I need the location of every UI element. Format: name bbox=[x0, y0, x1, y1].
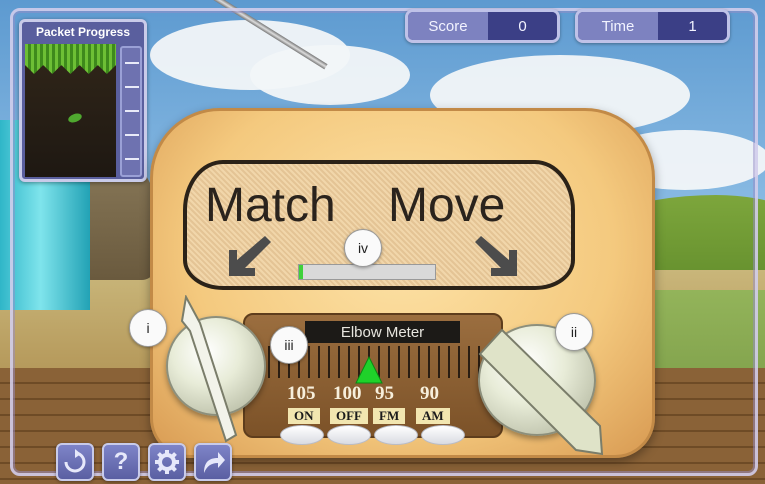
match-label: Match bbox=[205, 179, 336, 232]
packet-seed-icon bbox=[67, 111, 83, 125]
restart-icon bbox=[64, 449, 86, 473]
callout-iii: iii bbox=[270, 326, 308, 364]
restart-button[interactable] bbox=[56, 443, 94, 481]
preset-key[interactable] bbox=[280, 425, 324, 445]
packet-progress-title: Packet Progress bbox=[35, 25, 131, 39]
elbow-meter-label: Elbow Meter bbox=[305, 321, 460, 343]
band-off: OFF bbox=[330, 408, 368, 424]
band-fm: FM bbox=[373, 408, 406, 424]
preset-key[interactable] bbox=[327, 425, 371, 445]
left-knob-pointer[interactable] bbox=[170, 293, 250, 450]
score-display: Score 0 bbox=[405, 9, 560, 43]
score-value: 0 bbox=[488, 12, 557, 40]
meter-tick bbox=[125, 158, 139, 160]
forward-button[interactable] bbox=[194, 443, 232, 481]
gear-icon bbox=[155, 450, 179, 474]
time-display: Time 1 bbox=[575, 9, 730, 43]
callout-ii: ii bbox=[555, 313, 593, 351]
forward-arrow-icon bbox=[204, 452, 225, 473]
meter-tick bbox=[125, 62, 139, 64]
time-value: 1 bbox=[658, 12, 727, 40]
help-icon: ? bbox=[113, 448, 129, 475]
preset-key[interactable] bbox=[421, 425, 465, 445]
match-progress-fill bbox=[299, 265, 304, 279]
help-button[interactable]: ? bbox=[102, 443, 140, 481]
preset-keys bbox=[280, 425, 465, 445]
frequency-95: 95 bbox=[375, 383, 394, 404]
packet-depth-meter bbox=[120, 46, 142, 177]
frequency-100: 100 bbox=[333, 383, 362, 404]
arrow-down-right-icon bbox=[475, 232, 521, 278]
meter-tick bbox=[125, 86, 139, 88]
meter-tick bbox=[125, 134, 139, 136]
settings-button[interactable] bbox=[148, 443, 186, 481]
packet-soil-view bbox=[25, 44, 116, 177]
cloud bbox=[250, 45, 410, 105]
meter-tick bbox=[125, 110, 139, 112]
band-am: AM bbox=[416, 408, 450, 424]
score-label: Score bbox=[408, 12, 488, 40]
grass-strip bbox=[25, 44, 116, 74]
frequency-90: 90 bbox=[420, 383, 439, 404]
move-label: Move bbox=[388, 179, 506, 232]
packet-progress-panel: Packet Progress bbox=[19, 19, 147, 182]
callout-iv: iv bbox=[344, 229, 382, 267]
callout-i: i bbox=[129, 309, 167, 347]
frequency-105: 105 bbox=[287, 383, 316, 404]
band-on: ON bbox=[288, 408, 320, 424]
time-label: Time bbox=[578, 12, 658, 40]
preset-key[interactable] bbox=[374, 425, 418, 445]
